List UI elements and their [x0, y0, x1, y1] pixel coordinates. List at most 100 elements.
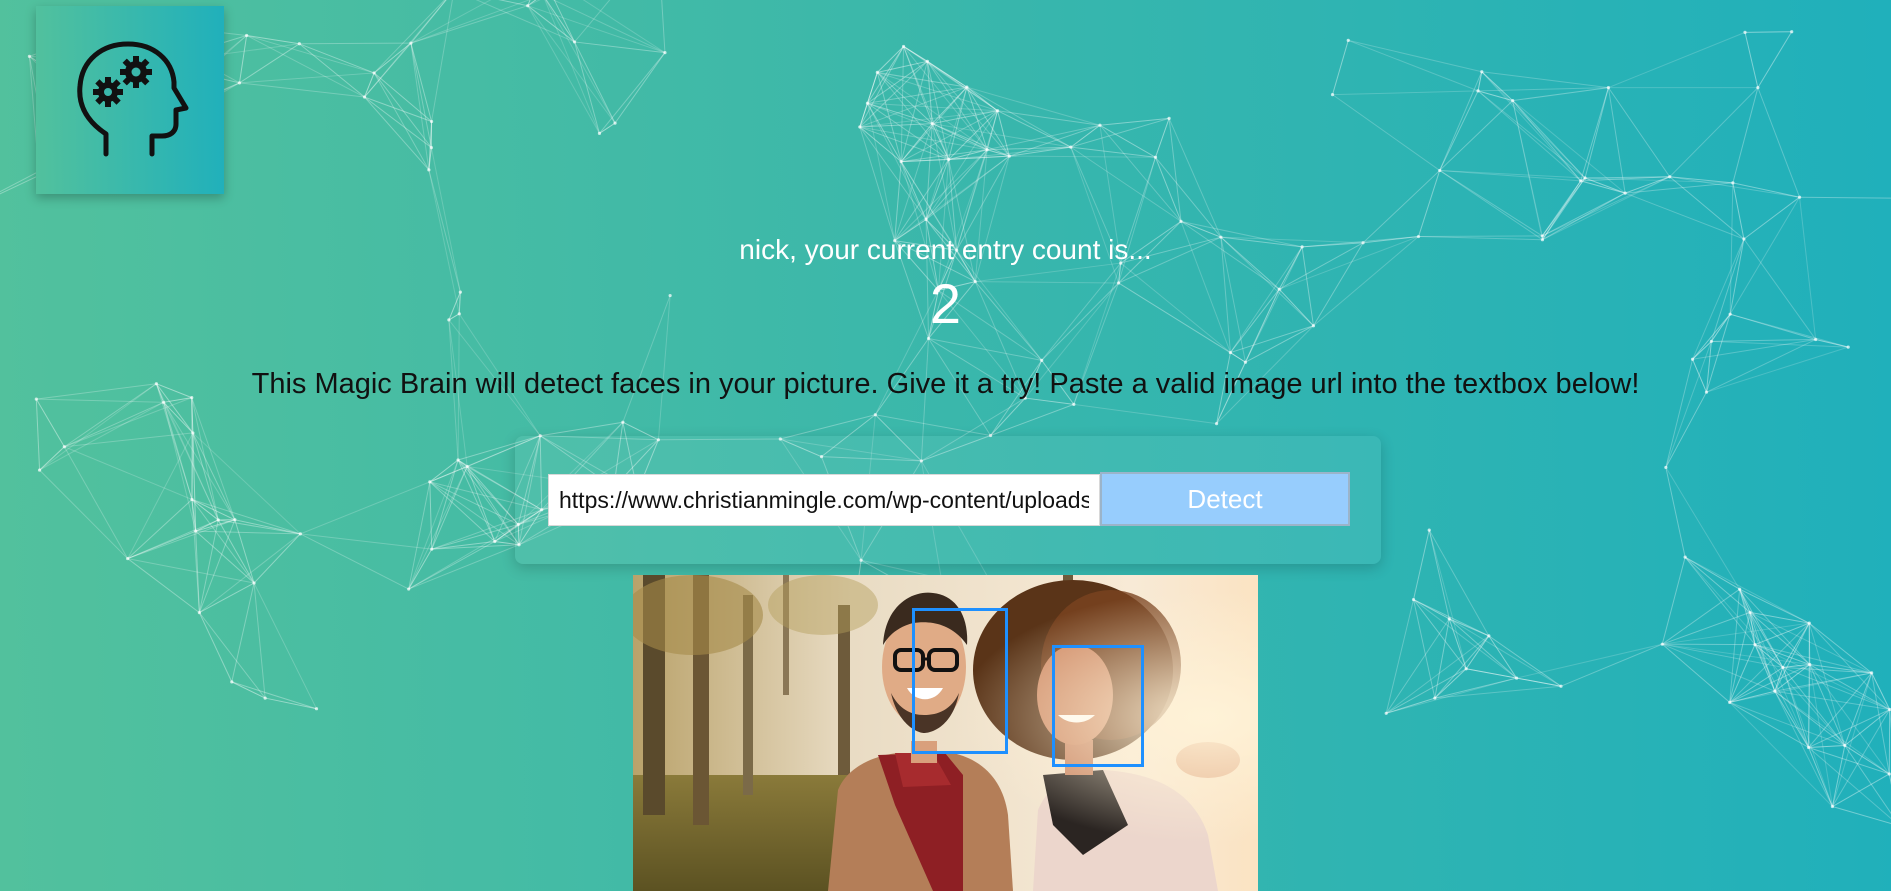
particle-node	[190, 497, 194, 502]
particle-link	[1871, 672, 1890, 775]
particle-link	[430, 147, 461, 293]
particle-node	[899, 159, 903, 164]
particle-link	[1729, 644, 1756, 703]
particle-node	[1753, 642, 1757, 647]
particle-link	[1739, 589, 1756, 645]
particle-link	[948, 110, 998, 160]
particle-link	[931, 86, 968, 124]
particle-node	[62, 445, 66, 449]
particle-link	[1009, 146, 1071, 157]
particle-link	[1466, 668, 1517, 679]
particle-link	[1624, 192, 1745, 240]
particle-link	[859, 126, 927, 220]
particle-link	[163, 402, 193, 500]
particle-link	[1844, 709, 1891, 746]
particle-link	[300, 533, 409, 590]
particle-link	[859, 103, 868, 128]
particle-link	[466, 466, 496, 542]
particle-link	[1481, 71, 1609, 89]
particle-link	[246, 34, 300, 45]
particle-link	[1831, 745, 1846, 807]
particle-link	[163, 402, 236, 521]
particle-node	[1731, 181, 1735, 185]
particle-node	[1583, 176, 1587, 180]
particle-link	[661, 0, 666, 53]
particle-link	[163, 402, 219, 521]
particle-node	[429, 119, 434, 124]
particle-link	[867, 46, 904, 104]
particle-node	[1098, 123, 1102, 127]
particle-link	[1512, 100, 1586, 179]
particle-node	[621, 420, 625, 424]
particle-link	[900, 110, 998, 163]
particle-link	[1448, 618, 1517, 679]
particle-link	[866, 103, 896, 241]
particle-link	[894, 123, 933, 241]
particle-link	[457, 459, 520, 546]
particle-link	[1732, 87, 1759, 183]
particle-link	[900, 61, 928, 162]
particle-link	[1478, 87, 1609, 92]
particle-link	[364, 72, 375, 98]
particle-link	[1782, 666, 1872, 674]
particle-link	[867, 103, 927, 220]
particle-link	[1744, 31, 1792, 33]
particle-link	[195, 519, 235, 532]
particle-node	[252, 581, 256, 585]
particle-link	[867, 102, 988, 151]
particle-link	[1684, 556, 1751, 613]
particle-link	[408, 466, 468, 590]
particle-link	[1542, 177, 1586, 240]
particle-link	[1669, 176, 1733, 184]
particle-node	[1623, 191, 1627, 195]
particle-link	[431, 523, 519, 550]
particle-link	[932, 123, 988, 151]
particle-link	[198, 519, 219, 613]
particle-node	[1228, 350, 1233, 355]
particle-link	[1662, 643, 1810, 666]
particle-link	[997, 110, 1072, 148]
particle-link	[1808, 672, 1873, 748]
particle-node	[465, 464, 469, 469]
particle-link	[876, 46, 904, 73]
particle-link	[966, 86, 988, 150]
particle-link	[1413, 529, 1430, 600]
particle-link	[1757, 87, 1801, 198]
particle-link	[127, 558, 255, 584]
particle-node	[1559, 684, 1563, 688]
particle-link	[1729, 664, 1810, 703]
particle-link	[1749, 612, 1810, 748]
particle-link	[1662, 643, 1783, 668]
particle-link	[1477, 90, 1513, 102]
particle-link	[527, 0, 531, 6]
particle-link	[1808, 623, 1846, 746]
particle-link	[1516, 677, 1562, 687]
particle-node	[37, 468, 42, 472]
particle-node	[1807, 621, 1811, 625]
particle-link	[1434, 618, 1450, 699]
particle-link	[127, 432, 194, 559]
particle-link	[1754, 644, 1872, 674]
particle-link	[410, 0, 531, 44]
particle-link	[192, 432, 219, 521]
particle-link	[1782, 667, 1810, 748]
particle-link	[1542, 192, 1626, 237]
particle-link	[218, 519, 301, 535]
particle-link	[926, 61, 988, 151]
particle-link	[894, 155, 1010, 242]
particle-link	[925, 110, 998, 220]
particle-link	[1348, 39, 1479, 92]
particle-link	[408, 481, 431, 590]
particle-link	[373, 72, 430, 171]
particle-link	[1774, 664, 1811, 692]
particle-link	[527, 5, 666, 54]
image-url-input[interactable]	[548, 474, 1100, 526]
particle-link	[1584, 87, 1609, 179]
particle-link	[364, 42, 412, 98]
particle-link	[195, 530, 255, 584]
particle-link	[253, 582, 266, 699]
particle-node	[1683, 555, 1687, 559]
logo[interactable]	[36, 6, 224, 194]
detect-button[interactable]: Detect	[1100, 472, 1350, 526]
particle-link	[1155, 118, 1170, 158]
